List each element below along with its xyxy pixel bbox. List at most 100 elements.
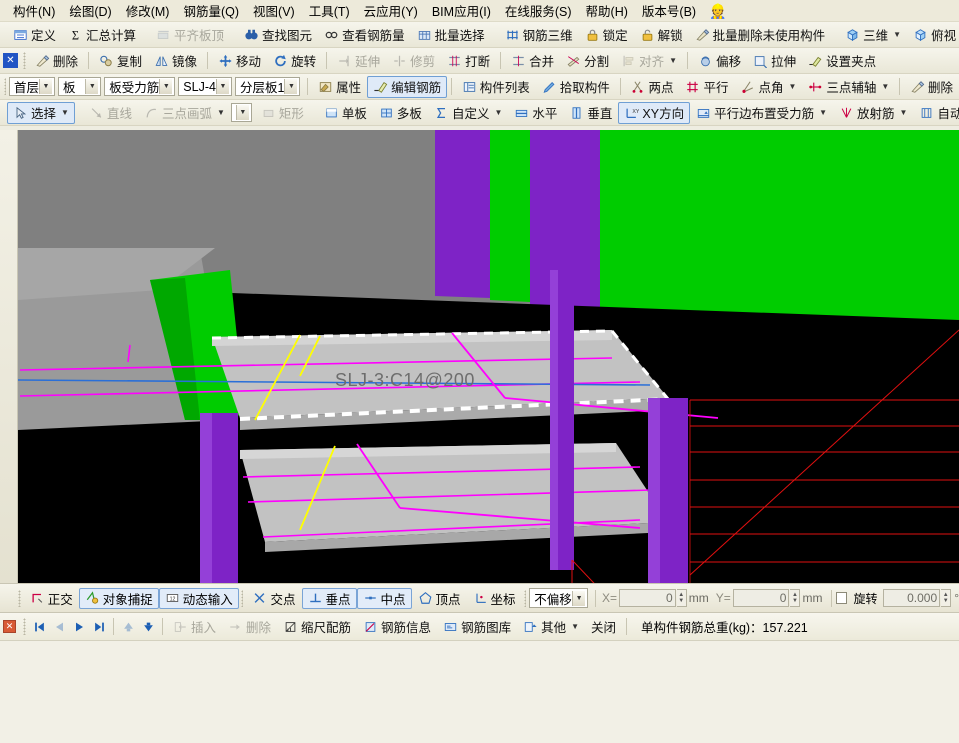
- toolbar-grip[interactable]: [523, 589, 527, 607]
- toolbar-button-radial-rebar-icon[interactable]: 放射筋 ▼: [833, 102, 913, 124]
- menu-item-10[interactable]: 版本号(B): [635, 0, 703, 22]
- nav-button-move-down-icon[interactable]: [138, 617, 158, 637]
- chevron-down-icon[interactable]: ▼: [571, 622, 579, 631]
- helmet-icon[interactable]: 👷: [709, 4, 726, 18]
- rotate-input[interactable]: 0.000: [883, 589, 941, 607]
- toolbar-button-extend-icon[interactable]: 延伸: [331, 50, 386, 72]
- snap-button-midpoint-snap-icon[interactable]: 中点: [356, 587, 412, 609]
- toolbar-button-custom-icon[interactable]: 自定义 ▼: [428, 102, 508, 124]
- toolbar-button-set-grip-icon[interactable]: 设置夹点: [802, 50, 882, 72]
- panel-button-delete-row-icon[interactable]: 删除: [222, 616, 277, 638]
- chevron-down-icon[interactable]: ▼: [284, 79, 298, 94]
- chevron-down-icon[interactable]: ▼: [217, 108, 225, 117]
- chevron-down-icon[interactable]: ▼: [159, 79, 173, 94]
- snap-button-perpendicular-snap-icon[interactable]: 垂点: [301, 587, 357, 609]
- toolbar-button-view-rebar-qty-icon[interactable]: 查看钢筋量: [318, 24, 411, 46]
- panel-button-scale-rebar-icon[interactable]: 缩尺配筋: [277, 616, 357, 638]
- menu-item-2[interactable]: 修改(M): [119, 0, 177, 22]
- menu-item-6[interactable]: 云应用(Y): [357, 0, 425, 22]
- menu-item-4[interactable]: 视图(V): [246, 0, 302, 22]
- toolbar-button-stretch-icon[interactable]: 拉伸: [747, 50, 802, 72]
- chevron-down-icon[interactable]: ▼: [235, 105, 249, 120]
- panel-button-insert-row-icon[interactable]: 插入: [167, 616, 222, 638]
- combo-layer[interactable]: 分层板1 ▼: [234, 77, 301, 96]
- toolbar-button-single-slab-icon[interactable]: 单板: [318, 102, 373, 124]
- chevron-down-icon[interactable]: ▼: [494, 108, 502, 117]
- toolbar-button-properties-icon[interactable]: 属性: [312, 76, 367, 98]
- toolbar-button-batch-delete-icon[interactable]: 批量删除未使用构件: [689, 24, 832, 46]
- combo-offset-mode[interactable]: 不偏移 ▼: [529, 588, 589, 608]
- menu-item-3[interactable]: 钢筋量(Q): [176, 0, 246, 22]
- toolbar-grip[interactable]: [18, 589, 21, 607]
- toolbar-button-auto-rebar-icon[interactable]: 自动配筋: [913, 102, 959, 124]
- toolbar-button-parallel-icon[interactable]: 平行: [679, 76, 734, 98]
- y-coord-spinner[interactable]: ▲ ▼: [790, 589, 801, 607]
- toolbar-button-three-point-axis-icon[interactable]: 三点辅轴 ▼: [802, 76, 895, 98]
- nav-button-move-up-icon[interactable]: [118, 617, 138, 637]
- toolbar-button-split-icon[interactable]: 分割: [560, 50, 615, 72]
- menu-item-8[interactable]: 在线服务(S): [498, 0, 579, 22]
- toolbar-button-lock-icon[interactable]: 锁定: [579, 24, 634, 46]
- combo-member-name[interactable]: SLJ-4 ▼: [178, 77, 232, 96]
- toolbar-button-vertical-icon[interactable]: 垂直: [563, 102, 618, 124]
- chevron-down-icon[interactable]: ▼: [900, 108, 908, 117]
- toolbar-button-component-list-icon[interactable]: 构件列表: [456, 76, 536, 98]
- toolbar-grip[interactable]: [4, 78, 6, 95]
- rotate-checkbox[interactable]: [836, 592, 848, 604]
- chevron-down-icon[interactable]: ▼: [893, 30, 901, 39]
- panel-button-close[interactable]: 关闭: [585, 616, 622, 638]
- chevron-down-icon[interactable]: ▼: [572, 590, 586, 606]
- toolbar-button-delete-icon[interactable]: 删除: [29, 50, 84, 72]
- combo-rebar-type[interactable]: 板受力筋 ▼: [104, 77, 176, 96]
- combo-component-type[interactable]: 板 ▼: [57, 77, 102, 96]
- close-toolbar-button[interactable]: ✕: [3, 53, 18, 68]
- toolbar-button-define-icon[interactable]: 定义: [7, 24, 62, 46]
- toolbar-button-point-angle-icon[interactable]: 点角 ▼: [734, 76, 802, 98]
- x-coord-spinner[interactable]: ▲ ▼: [676, 589, 687, 607]
- panel-button-rebar-info-icon[interactable]: 钢筋信息: [357, 616, 437, 638]
- snap-button-ortho-icon[interactable]: 正交: [24, 588, 79, 609]
- toolbar-button-move-icon[interactable]: 移动: [212, 50, 267, 72]
- toolbar-button-offset-icon[interactable]: 偏移: [692, 50, 747, 72]
- chevron-down-icon[interactable]: ▼: [38, 79, 52, 94]
- toolbar-button-batch-select-icon[interactable]: 批量选择: [411, 24, 491, 46]
- toolbar-button-rebar-3d-icon[interactable]: 钢筋三维: [499, 24, 579, 46]
- toolbar-button-binoculars-icon[interactable]: 查找图元: [238, 24, 318, 46]
- toolbar-button-two-point-icon[interactable]: 两点: [624, 76, 679, 98]
- toolbar-button-break-icon[interactable]: 打断: [441, 50, 496, 72]
- toolbar-button-xy-direction-icon[interactable]: XY XY方向: [618, 101, 691, 124]
- menu-item-5[interactable]: 工具(T): [302, 0, 357, 22]
- snap-button-dynamic-input-icon[interactable]: 12 动态输入: [158, 587, 239, 609]
- toolbar-button-mirror-icon[interactable]: 镜像: [148, 50, 203, 72]
- menu-item-1[interactable]: 绘图(D): [62, 0, 118, 22]
- toolbar-button-align-slab-top-icon[interactable]: 平齐板顶: [150, 24, 230, 46]
- chevron-down-icon[interactable]: ▼: [881, 82, 889, 91]
- menu-item-0[interactable]: 构件(N): [6, 0, 62, 22]
- toolbar-button-rotate-icon[interactable]: 旋转: [267, 50, 322, 72]
- panel-button-other-icon[interactable]: 其他 ▼: [517, 616, 585, 638]
- rotate-spinner[interactable]: ▲ ▼: [941, 589, 952, 607]
- toolbar-button-cursor-select-icon[interactable]: 选择 ▼: [7, 101, 75, 124]
- snap-button-vertex-snap-icon[interactable]: 顶点: [412, 588, 467, 609]
- toolbar-button-three-point-arc-icon[interactable]: 三点画弧 ▼: [138, 102, 231, 124]
- y-coord-input[interactable]: 0: [732, 589, 790, 607]
- toolbar-button-horizontal-icon[interactable]: 水平: [508, 102, 563, 124]
- panel-button-rebar-library-icon[interactable]: 钢筋图库: [437, 616, 517, 638]
- toolbar-grip[interactable]: [23, 52, 26, 69]
- snap-button-object-snap-icon[interactable]: 对象捕捉: [78, 587, 159, 609]
- toolbar-button-pick-component-icon[interactable]: 拾取构件: [536, 76, 616, 98]
- toolbar-button-delete-icon[interactable]: 删除: [904, 76, 959, 98]
- chevron-down-icon[interactable]: ▼: [819, 108, 827, 117]
- chevron-down-icon[interactable]: ▼: [788, 82, 796, 91]
- chevron-down-icon[interactable]: ▼: [669, 56, 677, 65]
- toolbar-button-edit-rebar-icon[interactable]: 编辑钢筋: [367, 75, 448, 98]
- menu-item-9[interactable]: 帮助(H): [579, 0, 635, 22]
- toolbar-button-align-icon[interactable]: 对齐 ▼: [615, 50, 683, 72]
- toolbar-button-multi-slab-icon[interactable]: 多板: [373, 102, 428, 124]
- toolbar-button-merge-icon[interactable]: 合并: [505, 50, 560, 72]
- close-panel-button[interactable]: ✕: [3, 620, 16, 633]
- combo-draw-mode[interactable]: ▼: [230, 103, 252, 122]
- model-viewport[interactable]: SLJ-3:C14@200 Z A: [0, 130, 959, 583]
- nav-button-prev-record-icon[interactable]: [49, 617, 69, 637]
- toolbar-grip[interactable]: [23, 618, 26, 635]
